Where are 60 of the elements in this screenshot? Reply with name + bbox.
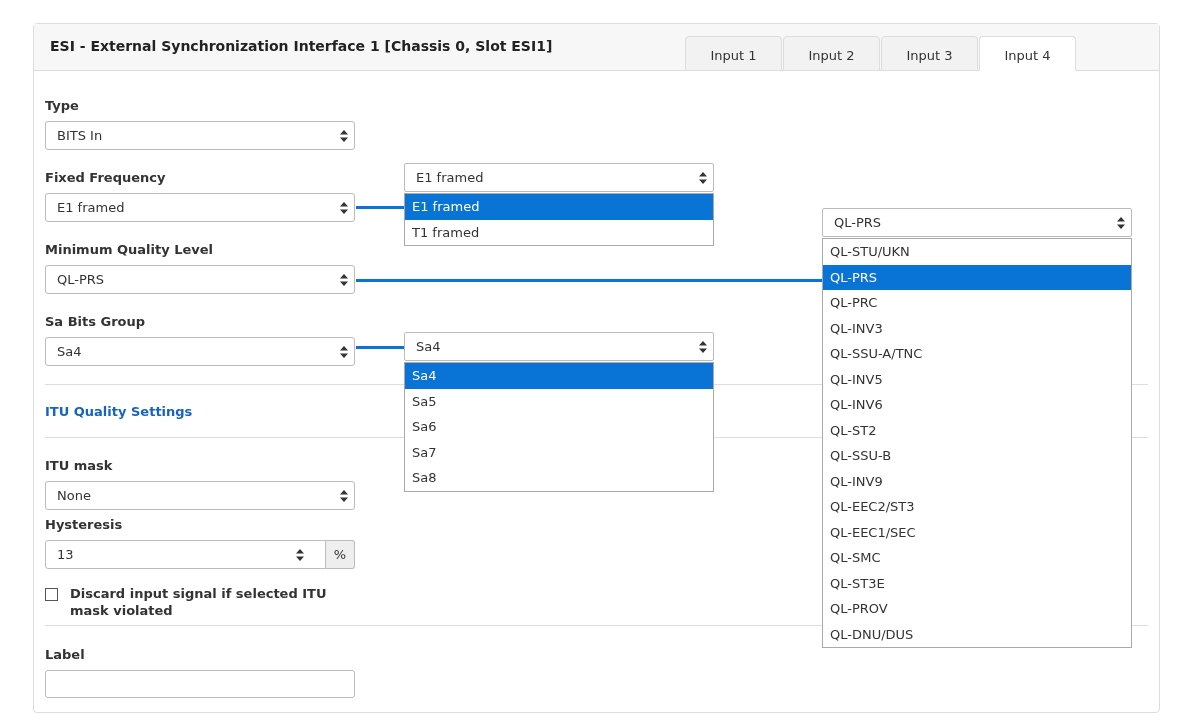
dropdown-field[interactable]: QL-PRS [822, 208, 1132, 237]
dropdown-option[interactable]: QL-PROV [823, 596, 1131, 622]
connector-line [356, 346, 404, 349]
dropdown-option[interactable]: QL-INV3 [823, 315, 1131, 341]
dropdown-option[interactable]: QL-SSU-B [823, 443, 1131, 469]
up-down-arrows-icon [1117, 216, 1125, 229]
dropdown-option[interactable]: T1 framed [405, 219, 713, 245]
select-field[interactable]: None [45, 481, 355, 510]
dropdown-option[interactable]: QL-INV5 [823, 366, 1131, 392]
dropdown-option[interactable]: Sa8 [405, 465, 713, 491]
checkbox[interactable] [45, 588, 58, 601]
dropdown-option[interactable]: QL-INV6 [823, 392, 1131, 418]
dropdown-option[interactable]: QL-ST3E [823, 570, 1131, 596]
tab[interactable]: Input 1 [685, 36, 782, 71]
dropdown-option[interactable]: QL-ST2 [823, 417, 1131, 443]
dropdown-option[interactable]: QL-SMC [823, 545, 1131, 571]
dropdown-option[interactable]: QL-EEC1/SEC [823, 519, 1131, 545]
up-down-arrows-icon [340, 129, 348, 142]
dropdown-option[interactable]: QL-SSU-A/TNC [823, 341, 1131, 367]
tab[interactable]: Input 4 [979, 36, 1076, 71]
field-label: Sa Bits Group [45, 313, 146, 331]
dropdown-field[interactable]: Sa4 [404, 332, 714, 361]
field-label: Fixed Frequency [45, 169, 166, 187]
dropdown-option[interactable]: E1 framed [405, 194, 713, 220]
input-field[interactable] [45, 670, 355, 698]
up-down-arrows-icon [340, 345, 348, 358]
dropdown-option[interactable]: Sa5 [405, 388, 713, 414]
up-down-arrows-icon [340, 201, 348, 214]
select-field[interactable]: QL-PRS [45, 265, 355, 294]
field-label: Hysteresis [45, 516, 123, 534]
checkbox-label: Discard input signal if selected ITU mask violated [70, 585, 328, 619]
select-field[interactable]: E1 framed [45, 193, 355, 222]
dropdown-option[interactable]: QL-EEC2/ST3 [823, 494, 1131, 520]
up-down-arrows-icon [296, 548, 304, 561]
panel-title: ESI - External Synchronization Interface 1 [Chassis 0, Slot ESI1] [50, 38, 553, 54]
up-down-arrows-icon [699, 171, 707, 184]
up-down-arrows-icon [699, 340, 707, 353]
up-down-arrows-icon [340, 273, 348, 286]
select-field[interactable]: BITS In [45, 121, 355, 150]
dropdown-option[interactable]: QL-STU/UKN [823, 239, 1131, 265]
dropdown-option[interactable]: Sa7 [405, 439, 713, 465]
dropdown-option[interactable]: Sa4 [405, 363, 713, 389]
field-label: ITU mask [45, 457, 113, 475]
dropdown-option[interactable]: QL-PRC [823, 290, 1131, 316]
tab[interactable]: Input 2 [783, 36, 880, 71]
section-heading: ITU Quality Settings [45, 403, 193, 419]
field-label: Type [45, 97, 79, 115]
dropdown-option[interactable]: Sa6 [405, 414, 713, 440]
dropdown-option[interactable]: QL-PRS [823, 264, 1131, 290]
dropdown-field[interactable]: E1 framed [404, 163, 714, 192]
field-label: Minimum Quality Level [45, 241, 214, 259]
tab[interactable]: Input 3 [881, 36, 978, 71]
up-down-arrows-icon [340, 489, 348, 502]
dropdown-option[interactable]: QL-INV9 [823, 468, 1131, 494]
dropdown-option[interactable]: QL-DNU/DUS [823, 621, 1131, 647]
unit-addon: % [326, 540, 355, 569]
connector-line [356, 206, 404, 209]
number-field[interactable]: 13 [45, 540, 326, 569]
select-field[interactable]: Sa4 [45, 337, 355, 366]
field-label: Label [45, 646, 85, 664]
